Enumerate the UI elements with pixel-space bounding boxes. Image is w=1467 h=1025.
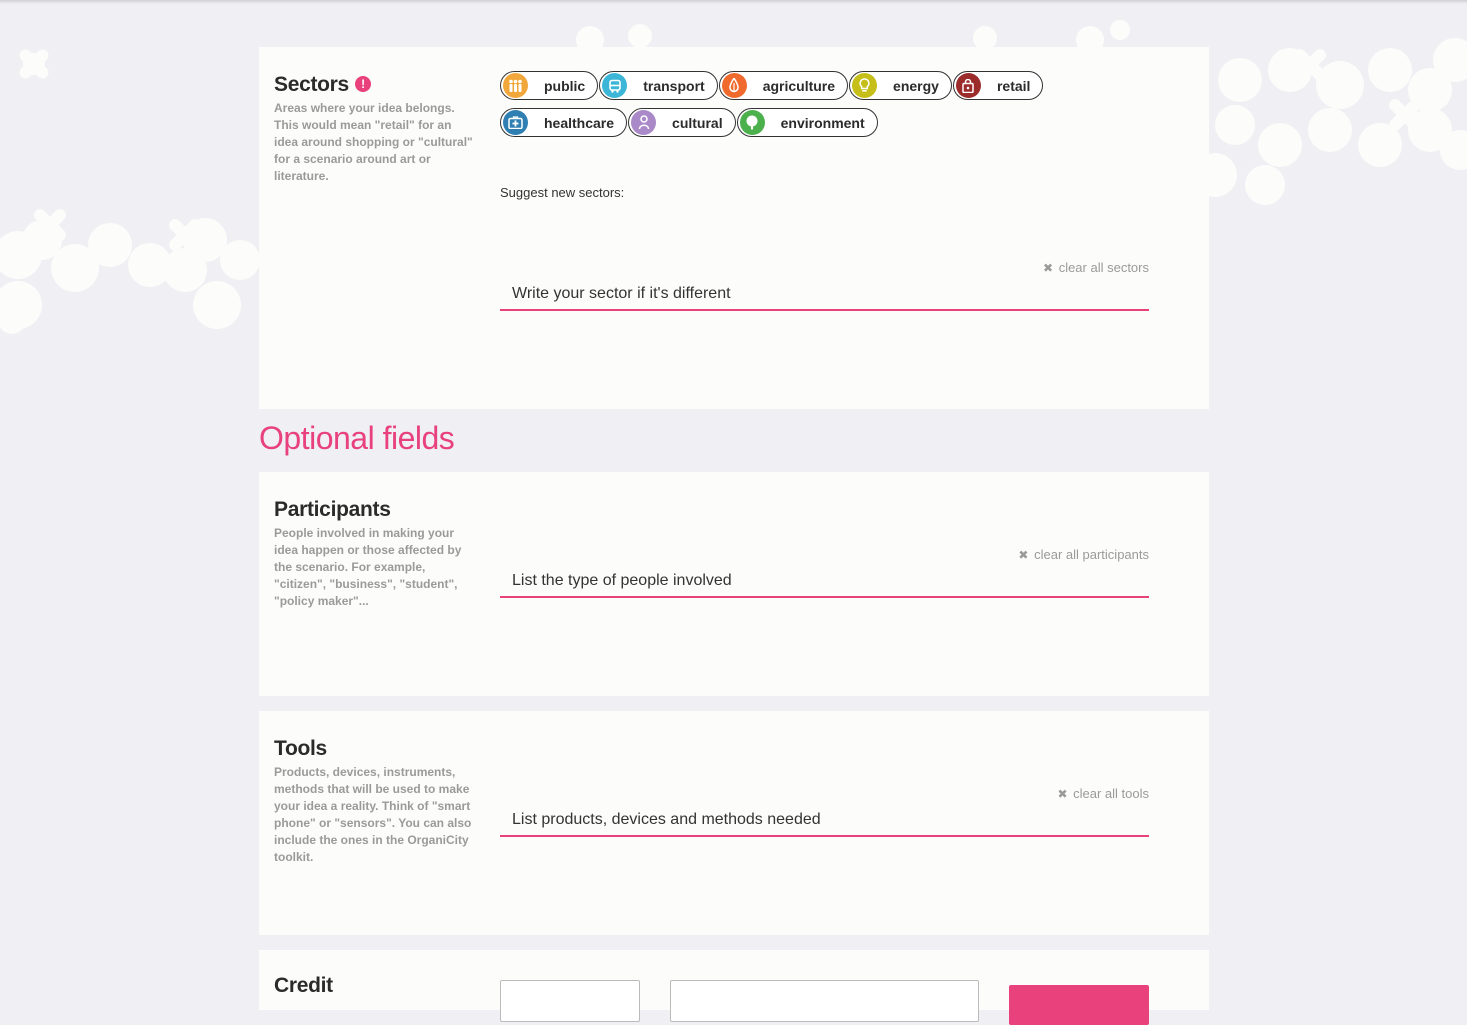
lightbulb-icon [852,73,878,98]
sector-chip-label: healthcare [544,114,615,131]
sector-chip-environment[interactable]: environment [736,108,878,137]
credit-name-input[interactable] [500,980,640,1022]
sector-chip-healthcare[interactable]: healthcare [500,108,628,137]
sector-chip-label: agriculture [762,77,836,94]
tools-panel: Tools Products, devices, instruments, me… [259,711,1209,935]
sector-input[interactable] [500,279,1149,311]
sector-chip-retail[interactable]: retail [952,71,1044,100]
tools-input[interactable] [500,805,1149,837]
flame-icon [721,73,747,98]
clear-tools-label: clear all tools [1073,786,1149,801]
add-credit-button[interactable] [1009,985,1149,1025]
participants-description: People involved in making your idea happ… [274,526,462,608]
sector-chip-label: environment [780,114,865,131]
participants-panel: Participants People involved in making y… [259,472,1209,696]
clear-icon: ✖ [1043,261,1054,275]
sector-chip-public[interactable]: public [500,71,599,100]
sector-chip-label: cultural [672,114,723,131]
sector-chips: public transport agriculture energy reta… [500,71,1060,145]
tools-title: Tools [274,737,327,760]
clear-sectors-link[interactable]: ✖ clear all sectors [1043,260,1149,275]
optional-fields-heading: Optional fields [259,420,455,456]
medical-cross-icon [503,110,528,135]
alert-icon: ! [354,76,371,92]
sector-chip-label: retail [996,77,1031,94]
sector-chip-transport[interactable]: transport [599,71,718,100]
shopping-bag-icon [955,73,981,98]
sectors-title: Sectors! [274,73,371,97]
person-icon [631,110,657,135]
sector-chip-label: transport [643,77,705,94]
clear-sectors-label: clear all sectors [1058,260,1149,275]
sector-chip-agriculture[interactable]: agriculture [718,71,849,100]
credit-link-input[interactable] [670,980,979,1022]
clear-participants-label: clear all participants [1034,547,1149,562]
credit-title: Credit [274,974,333,997]
participants-title: Participants [274,498,391,521]
people-icon [503,73,528,98]
sector-chip-energy[interactable]: energy [849,71,952,100]
clear-icon: ✖ [1057,787,1068,801]
clear-participants-link[interactable]: ✖ clear all participants [1018,547,1149,562]
tree-icon [739,110,765,135]
sector-chip-label: public [544,77,586,94]
sector-chip-label: energy [893,77,939,94]
sectors-title-text: Sectors [274,73,349,96]
bus-icon [602,73,628,98]
participants-input[interactable] [500,566,1149,598]
tools-description: Products, devices, instruments, methods … [274,765,472,864]
sector-chip-cultural[interactable]: cultural [628,108,736,137]
top-shadow [0,0,1467,4]
credit-panel: Credit [259,950,1209,1025]
clear-icon: ✖ [1018,548,1029,562]
suggest-sectors-label: Suggest new sectors: [500,185,625,200]
clear-tools-link[interactable]: ✖ clear all tools [1057,786,1149,801]
sectors-description: Areas where your idea belongs. This woul… [274,101,473,183]
sectors-panel: Sectors! Areas where your idea belongs. … [259,47,1209,409]
